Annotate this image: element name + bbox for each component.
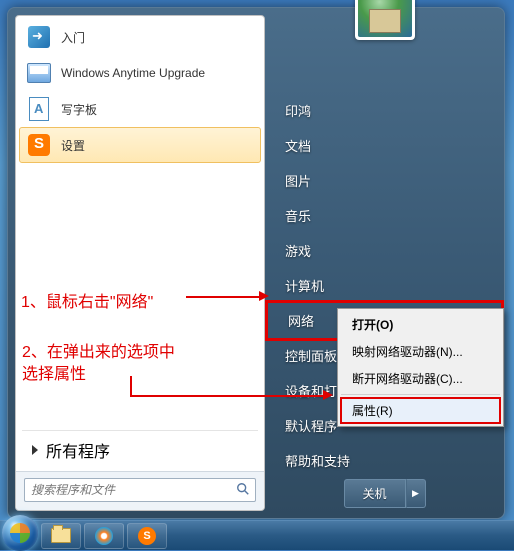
taskbar: S	[0, 520, 514, 550]
places-item-0[interactable]: 印鸿	[265, 93, 504, 128]
shutdown-options-button[interactable]: ▶	[406, 479, 426, 508]
places-item-2[interactable]: 图片	[265, 163, 504, 198]
program-label: Windows Anytime Upgrade	[61, 66, 205, 80]
wmp-icon	[95, 527, 113, 545]
folder-icon	[51, 528, 71, 543]
context-menu-map-drive[interactable]: 映射网络驱动器(N)...	[340, 338, 501, 365]
places-item-10[interactable]: 帮助和支持	[265, 443, 504, 478]
places-item-1[interactable]: 文档	[265, 128, 504, 163]
program-item-3[interactable]: 设置	[19, 127, 261, 163]
arrow-1-line	[186, 296, 261, 298]
arrow-2-vline	[130, 376, 132, 397]
context-menu: 打开(O) 映射网络驱动器(N)... 断开网络驱动器(C)... 属性(R)	[337, 308, 504, 427]
program-item-2[interactable]: 写字板	[19, 91, 261, 127]
context-menu-properties[interactable]: 属性(R)	[340, 397, 501, 424]
arrow-2-head	[323, 390, 333, 400]
user-picture[interactable]	[355, 0, 415, 40]
sogou-icon	[27, 133, 51, 157]
sogou-icon: S	[138, 527, 156, 545]
wordpad-icon	[27, 97, 51, 121]
chevron-right-icon	[32, 445, 38, 455]
program-panel: 入门 Windows Anytime Upgrade 写字板设置 所有程序	[15, 15, 265, 511]
getstarted-icon	[27, 25, 51, 49]
context-menu-disconnect-drive[interactable]: 断开网络驱动器(C)...	[340, 365, 501, 392]
start-menu: 入门 Windows Anytime Upgrade 写字板设置 所有程序 印鸿文档…	[7, 7, 505, 519]
taskbar-sogou[interactable]: S	[127, 523, 167, 549]
search-row	[16, 471, 264, 510]
annotation-step-1: 1、鼠标右击"网络"	[21, 288, 153, 312]
taskbar-wmp[interactable]	[84, 523, 124, 549]
network-globe-icon	[358, 0, 412, 37]
context-menu-open[interactable]: 打开(O)	[340, 311, 501, 338]
program-label: 写字板	[61, 101, 97, 118]
arrow-1-head	[259, 291, 269, 301]
program-item-1[interactable]: Windows Anytime Upgrade	[19, 55, 261, 91]
places-item-4[interactable]: 游戏	[265, 233, 504, 268]
annotation-step-2: 2、在弹出来的选项中选择属性	[22, 342, 175, 386]
program-label: 入门	[61, 29, 85, 46]
search-icon	[236, 482, 250, 501]
search-input[interactable]	[24, 478, 256, 502]
arrow-2-line	[130, 395, 325, 397]
taskbar-explorer[interactable]	[41, 523, 81, 549]
shutdown-area: 关机 ▶	[343, 479, 425, 508]
program-label: 设置	[61, 137, 85, 154]
places-panel: 印鸿文档图片音乐游戏计算机网络控制面板设备和打印机默认程序帮助和支持 关机 ▶	[265, 8, 504, 518]
places-item-3[interactable]: 音乐	[265, 198, 504, 233]
program-item-0[interactable]: 入门	[19, 19, 261, 55]
places-item-5[interactable]: 计算机	[265, 268, 504, 303]
all-programs-label: 所有程序	[46, 438, 110, 462]
menu-separator	[341, 394, 500, 395]
anytime-icon	[27, 61, 51, 85]
all-programs-button[interactable]: 所有程序	[22, 430, 258, 469]
shutdown-button[interactable]: 关机	[343, 479, 405, 508]
start-orb[interactable]	[2, 515, 38, 551]
